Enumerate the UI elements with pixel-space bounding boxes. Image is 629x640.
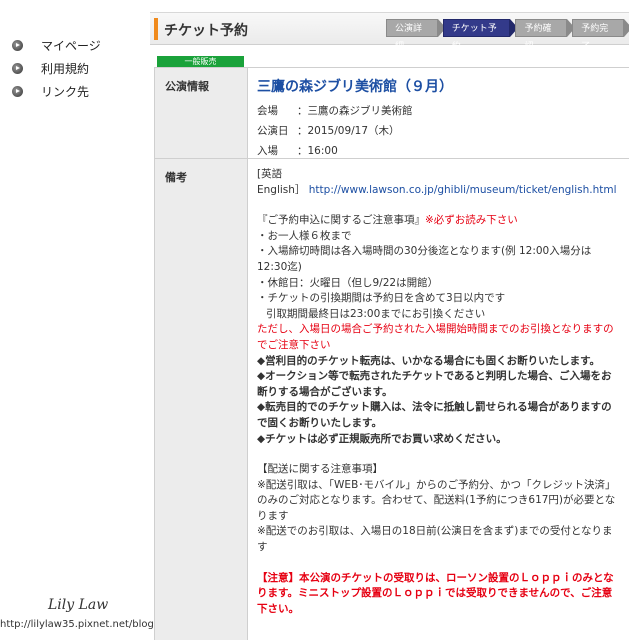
progress-steps: 公演詳細 チケット予約 予約確認 予約完了 xyxy=(386,19,629,52)
page-title: チケット予約 xyxy=(164,23,248,39)
note-item: 引取期間最終日は23:00までにお引換ください xyxy=(266,307,486,320)
note-item: ・入場締切時間は各入場時間の30分後迄となります(例 12:00入場分は12:3… xyxy=(257,245,592,273)
english-label: English］ xyxy=(257,183,306,196)
nav-item-mypage[interactable]: マイページ xyxy=(12,34,142,57)
row-label: 公演情報 xyxy=(155,68,248,158)
info-table: 公演情報 三鷹の森ジブリ美術館（９月） 会場 ：三鷹の森ジブリ美術館 公演日 ：… xyxy=(154,67,629,640)
venue-value: ：三鷹の森ジブリ美術館 xyxy=(297,105,413,117)
arrow-bullet-icon xyxy=(12,63,23,74)
must-read-note: ※必ずお読み下さい xyxy=(425,214,518,227)
note-item: ・休館日：火曜日（但し9/22は開館） xyxy=(257,276,439,289)
caution-heading: 『ご予約申込に関するご注意事項』※必ずお読み下さい xyxy=(257,213,621,229)
nav-item-label: マイページ xyxy=(41,39,101,53)
final-warning: 【注意】本公演のチケットの受取りは、ローソン設置のＬｏｐｐｉのみとなります。ミニ… xyxy=(257,571,614,615)
row-label: 備考 xyxy=(155,159,248,640)
event-title: 三鷹の森ジブリ美術館（９月） xyxy=(257,79,453,95)
left-nav: マイページ 利用規約 リンク先 xyxy=(12,34,142,103)
watermark-url: http://lilylaw35.pixnet.net/blog xyxy=(0,619,154,630)
entry-line: 入場 ：16:00 xyxy=(257,141,621,161)
entry-key: 入場 xyxy=(257,145,278,157)
caution-heading-text: 『ご予約申込に関するご注意事項』 xyxy=(257,214,425,227)
note-item: ・お一人様６枚まで xyxy=(257,229,352,242)
nav-item-label: リンク先 xyxy=(41,85,90,99)
step-complete: 予約完了 xyxy=(572,19,629,52)
english-prefix: [英語 xyxy=(257,168,283,180)
notes-body: [英語 English］ http://www.lawson.co.jp/ghi… xyxy=(248,159,629,640)
step-confirm: 予約確認 xyxy=(515,19,575,52)
step-reservation: チケット予約 xyxy=(442,19,519,52)
arrow-bullet-icon xyxy=(12,40,23,51)
arrow-bullet-icon xyxy=(12,86,23,97)
nav-item-links[interactable]: リンク先 xyxy=(12,80,142,103)
warning-text: ただし、入場日の場合ご予約された入場開始時間までのお引換となりますのでご注意下さ… xyxy=(257,323,614,351)
table-row-notes: 備考 [英語 English］ http://www.lawson.co.jp/… xyxy=(155,159,629,640)
watermark-name: Lily Law xyxy=(48,597,109,613)
delivery-heading: 【配送に関する注意事項】 xyxy=(257,463,383,476)
english-link[interactable]: http://www.lawson.co.jp/ghibli/museum/ti… xyxy=(309,184,617,196)
entry-value: ：16:00 xyxy=(297,145,338,157)
delivery-note: ※配送引取は、「WEB･モバイル」からのご予約分、かつ「クレジット決済」のみのご… xyxy=(257,478,616,522)
table-row-performance: 公演情報 三鷹の森ジブリ美術館（９月） 会場 ：三鷹の森ジブリ美術館 公演日 ：… xyxy=(155,68,629,159)
delivery-note: ※配送でのお引取は、入場日の18日前(公演日を含まず)までの受付となります xyxy=(257,525,613,554)
date-line: 公演日 ：2015/09/17（木） xyxy=(257,121,621,141)
bold-note: ◆オークション等で転売されたチケットであると判明した場合、ご入場をお断りする場合… xyxy=(257,370,612,398)
status-badge: 一般販売 xyxy=(157,56,244,67)
date-key: 公演日 xyxy=(257,125,289,137)
venue-key: 会場 xyxy=(257,105,278,117)
performance-info: 三鷹の森ジブリ美術館（９月） 会場 ：三鷹の森ジブリ美術館 公演日 ：2015/… xyxy=(248,68,629,158)
bold-note: ◆転売目的でのチケット購入は、法令に抵触し罰せられる場合がありますので固くお断り… xyxy=(257,401,612,429)
english-line: English］ http://www.lawson.co.jp/ghibli/… xyxy=(257,183,621,199)
step-details: 公演詳細 xyxy=(386,19,446,52)
nav-item-terms[interactable]: 利用規約 xyxy=(12,57,142,80)
nav-item-label: 利用規約 xyxy=(41,62,90,76)
date-value: ：2015/09/17（木） xyxy=(297,125,400,137)
header-accent-bar xyxy=(154,18,158,40)
venue-line: 会場 ：三鷹の森ジブリ美術館 xyxy=(257,101,621,121)
note-item: ・チケットの引換期間は予約日を含めて3日以内です xyxy=(257,292,506,305)
bold-note: ◆チケットは必ず正規販売所でお買い求めください。 xyxy=(257,432,507,445)
bold-note: ◆営利目的のチケット転売は、いかなる場合にも固くお断りいたします。 xyxy=(257,354,601,367)
page-header: チケット予約 公演詳細 チケット予約 予約確認 予約完了 xyxy=(150,12,629,52)
